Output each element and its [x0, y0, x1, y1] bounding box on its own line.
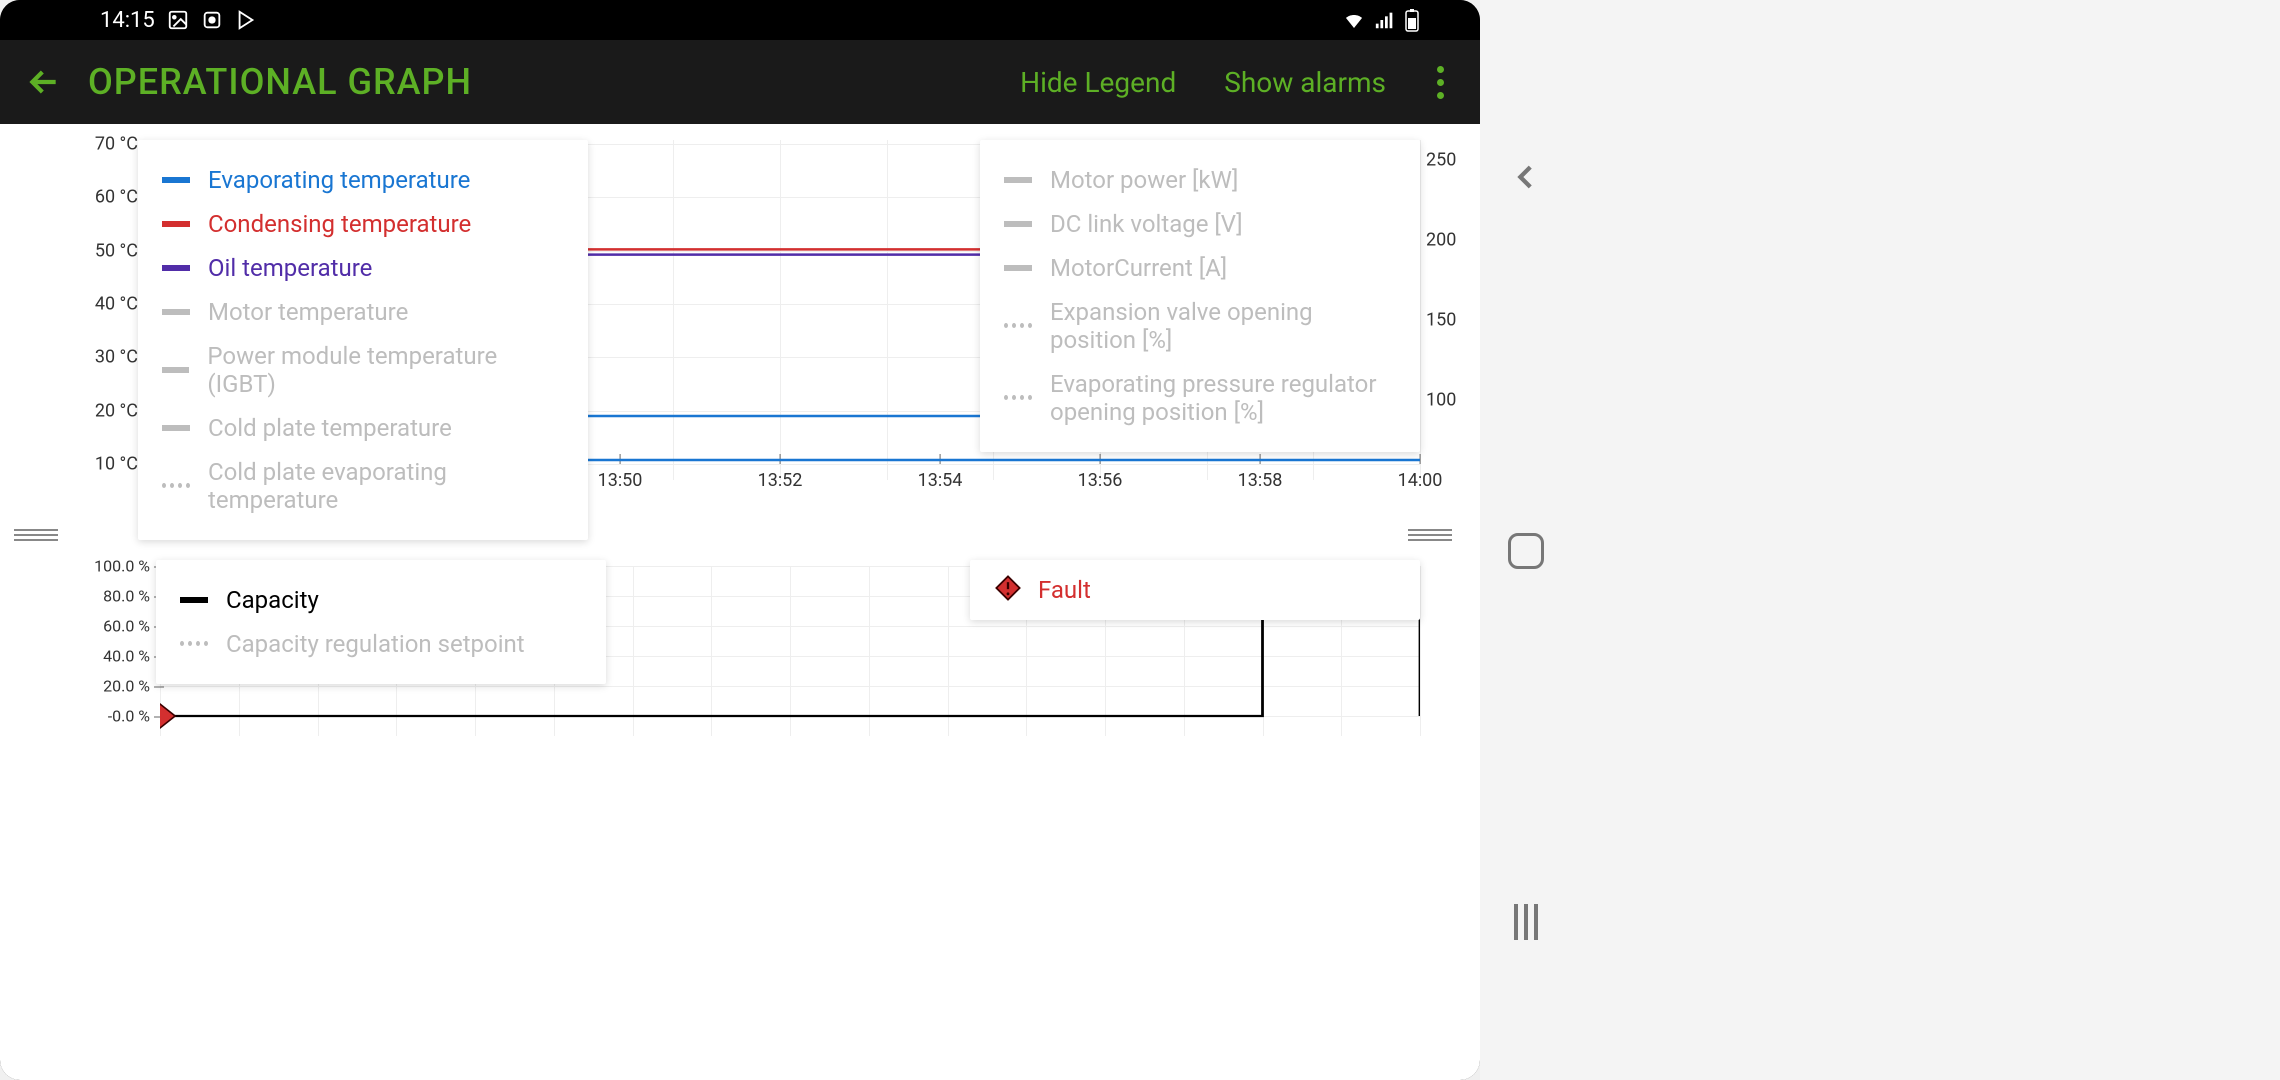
legend-item[interactable]: Evaporating temperature — [162, 158, 564, 202]
empty-space — [1572, 0, 2280, 1080]
legend-label: Capacity regulation setpoint — [226, 630, 525, 658]
legend-label: DC link voltage [V] — [1050, 210, 1243, 238]
legend-item[interactable]: Condensing temperature — [162, 202, 564, 246]
image-icon — [167, 9, 189, 31]
status-bar: 14:15 — [0, 0, 1480, 40]
legend-item[interactable]: Oil temperature — [162, 246, 564, 290]
legend-label: Motor power [kW] — [1050, 166, 1238, 194]
play-store-icon — [235, 9, 257, 31]
legend-item[interactable]: MotorCurrent [A] — [1004, 246, 1396, 290]
legend-top-right: Motor power [kW] DC link voltage [V] Motor… — [980, 140, 1420, 452]
legend-item[interactable]: Motor temperature — [162, 290, 564, 334]
legend-item[interactable]: Evaporating pressure regulator opening p… — [1004, 362, 1396, 434]
bottom-chart[interactable]: 100.0 %80.0 %60.0 %40.0 %20.0 %-0.0 % Ca… — [80, 556, 1480, 736]
signal-icon — [1374, 9, 1396, 31]
fault-label: Fault — [1038, 576, 1091, 604]
legend-label: Evaporating temperature — [208, 166, 470, 194]
record-icon — [201, 9, 223, 31]
legend-label: Motor temperature — [208, 298, 408, 326]
status-right — [1342, 8, 1420, 32]
page-title: OPERATIONAL GRAPH — [88, 61, 986, 103]
drag-handle-right[interactable] — [1408, 528, 1452, 542]
legend-bottom-right: Fault — [970, 560, 1420, 620]
content: 70 °C60 °C50 °C40 °C30 °C20 °C10 °C 2502… — [0, 124, 1480, 1080]
legend-label: Condensing temperature — [208, 210, 471, 238]
wifi-icon — [1342, 8, 1366, 32]
legend-label: Capacity — [226, 586, 319, 614]
legend-label: Expansion valve opening position [%] — [1050, 298, 1396, 354]
legend-label: MotorCurrent [A] — [1050, 254, 1227, 282]
more-menu-button[interactable] — [1420, 58, 1460, 106]
fault-icon — [994, 574, 1022, 606]
chevron-left-icon[interactable] — [1509, 160, 1543, 198]
legend-item[interactable]: Capacity — [180, 578, 582, 622]
battery-icon — [1404, 8, 1420, 32]
legend-item[interactable]: Cold plate evaporating temperature — [162, 450, 564, 522]
app-switch-icon[interactable] — [1508, 533, 1544, 569]
hide-legend-button[interactable]: Hide Legend — [1006, 58, 1190, 107]
legend-item[interactable]: Power module temperature (IGBT) — [162, 334, 564, 406]
legend-label: Power module temperature (IGBT) — [207, 342, 564, 398]
side-rail — [1480, 0, 1572, 1080]
legend-item[interactable]: DC link voltage [V] — [1004, 202, 1396, 246]
legend-item[interactable]: Cold plate temperature — [162, 406, 564, 450]
legend-item[interactable]: Capacity regulation setpoint — [180, 622, 582, 666]
drag-handle-left[interactable] — [14, 528, 58, 542]
status-left: 14:15 — [100, 8, 257, 33]
back-button[interactable] — [20, 58, 68, 106]
legend-bottom-left: Capacity Capacity regulation setpoint — [156, 560, 606, 684]
legend-item[interactable]: Expansion valve opening position [%] — [1004, 290, 1396, 362]
legend-item[interactable]: Motor power [kW] — [1004, 158, 1396, 202]
device-frame: 14:15 OPERATIONA — [0, 0, 1480, 1080]
legend-label: Evaporating pressure regulator opening p… — [1050, 370, 1396, 426]
show-alarms-button[interactable]: Show alarms — [1210, 58, 1400, 107]
menu-bars-icon[interactable] — [1514, 904, 1538, 940]
legend-label: Cold plate temperature — [208, 414, 452, 442]
legend-label: Cold plate evaporating temperature — [208, 458, 564, 514]
app-bar: OPERATIONAL GRAPH Hide Legend Show alarm… — [0, 40, 1480, 124]
top-chart[interactable]: 70 °C60 °C50 °C40 °C30 °C20 °C10 °C 2502… — [80, 140, 1480, 500]
clock: 14:15 — [100, 8, 155, 33]
legend-top-left: Evaporating temperature Condensing temper… — [138, 140, 588, 540]
legend-label: Oil temperature — [208, 254, 372, 282]
